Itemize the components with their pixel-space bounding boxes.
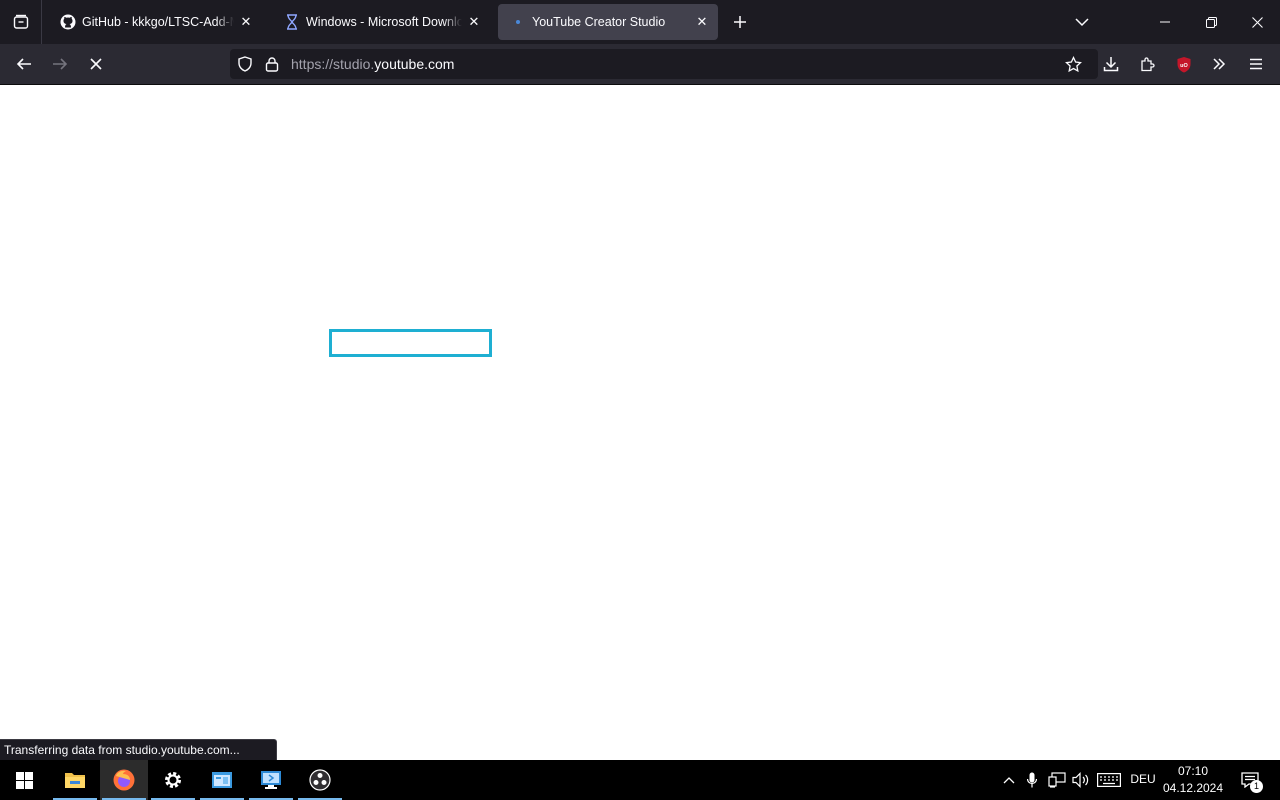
keyboard-icon bbox=[1097, 773, 1121, 787]
minimize-icon bbox=[1160, 21, 1170, 23]
list-all-tabs-button[interactable] bbox=[1059, 0, 1105, 44]
taskbar-control-panel[interactable] bbox=[198, 760, 246, 800]
plus-icon bbox=[734, 16, 746, 28]
tab-title: GitHub - kkkgo/LTSC-Add-MicrosoftStore bbox=[82, 15, 234, 29]
hamburger-menu-icon bbox=[1250, 58, 1262, 70]
tab-microsoft-download[interactable]: Windows - Microsoft Download ✕ bbox=[272, 4, 490, 40]
chevron-up-icon bbox=[1003, 777, 1015, 784]
volume-tray[interactable] bbox=[1070, 760, 1092, 800]
firefox-icon bbox=[113, 769, 135, 791]
ublock-origin-icon: uO bbox=[1177, 56, 1191, 72]
file-explorer-icon bbox=[65, 773, 85, 788]
forward-button[interactable] bbox=[44, 48, 76, 80]
bookmark-star-icon[interactable] bbox=[1064, 55, 1082, 73]
stop-loading-button[interactable] bbox=[80, 48, 112, 80]
back-button[interactable] bbox=[8, 48, 40, 80]
restore-button[interactable] bbox=[1188, 0, 1234, 44]
loading-dot-icon bbox=[510, 14, 526, 30]
firefox-view-button[interactable] bbox=[0, 0, 42, 44]
navigation-toolbar: https://studio.youtube.com uO bbox=[0, 44, 1280, 85]
taskbar-file-explorer[interactable] bbox=[51, 760, 99, 800]
start-button[interactable] bbox=[0, 760, 48, 800]
url-text[interactable]: https://studio.youtube.com bbox=[291, 56, 454, 72]
restore-icon bbox=[1205, 16, 1217, 28]
loading-progress-box bbox=[329, 329, 492, 357]
arrow-right-icon bbox=[53, 58, 68, 70]
ublock-origin-button[interactable]: uO bbox=[1168, 48, 1200, 80]
svg-text:uO: uO bbox=[1180, 63, 1188, 69]
clock-date: 04.12.2024 bbox=[1162, 781, 1224, 795]
obs-icon bbox=[309, 769, 331, 791]
microphone-icon bbox=[1027, 772, 1037, 788]
puzzle-icon bbox=[1141, 57, 1155, 72]
tab-github[interactable]: GitHub - kkkgo/LTSC-Add-MicrosoftStore ✕ bbox=[48, 4, 262, 40]
hourglass-icon bbox=[284, 14, 300, 30]
stop-icon bbox=[90, 58, 102, 70]
url-domain: youtube.com bbox=[374, 56, 455, 72]
show-hidden-icons-button[interactable] bbox=[998, 760, 1020, 800]
start-icon bbox=[15, 771, 33, 789]
speaker-icon bbox=[1072, 772, 1089, 788]
windows-taskbar: DEU 07:10 04.12.2024 bbox=[0, 760, 1280, 800]
close-window-button[interactable] bbox=[1234, 0, 1280, 44]
new-tab-button[interactable] bbox=[726, 8, 754, 36]
touch-keyboard-tray[interactable] bbox=[1094, 760, 1124, 800]
url-bar[interactable]: https://studio.youtube.com bbox=[230, 49, 1098, 79]
remote-desktop-icon bbox=[261, 771, 281, 789]
app-menu-button[interactable] bbox=[1240, 48, 1272, 80]
clock-time: 07:10 bbox=[1177, 764, 1209, 778]
control-panel-icon bbox=[212, 772, 232, 788]
microphone-tray[interactable] bbox=[1022, 760, 1042, 800]
input-language-indicator[interactable]: DEU bbox=[1128, 772, 1158, 786]
close-tab-icon[interactable]: ✕ bbox=[238, 14, 254, 30]
taskbar-remote-desktop[interactable] bbox=[247, 760, 295, 800]
taskbar-obs[interactable] bbox=[296, 760, 344, 800]
arrow-left-icon bbox=[16, 58, 31, 70]
settings-icon bbox=[165, 772, 181, 788]
tab-title: YouTube Creator Studio bbox=[532, 15, 666, 29]
tab-strip: GitHub - kkkgo/LTSC-Add-MicrosoftStore ✕… bbox=[0, 0, 1280, 44]
chevron-down-icon bbox=[1075, 18, 1089, 27]
tab-youtube-studio[interactable]: YouTube Creator Studio ✕ bbox=[498, 4, 718, 40]
close-tab-icon[interactable]: ✕ bbox=[694, 14, 710, 30]
clock[interactable]: 07:10 04.12.2024 bbox=[1160, 763, 1226, 797]
taskbar-settings[interactable] bbox=[149, 760, 197, 800]
action-center-button[interactable] bbox=[1232, 760, 1268, 800]
firefox-view-icon bbox=[13, 14, 28, 29]
extensions-button[interactable] bbox=[1132, 48, 1164, 80]
tab-title: Windows - Microsoft Download bbox=[306, 15, 462, 29]
page-content: Transferring data from studio.youtube.co… bbox=[0, 85, 1280, 760]
status-panel: Transferring data from studio.youtube.co… bbox=[0, 739, 277, 760]
download-icon bbox=[1103, 57, 1119, 72]
github-icon bbox=[60, 14, 76, 30]
downloads-button[interactable] bbox=[1095, 48, 1127, 80]
taskbar-firefox[interactable] bbox=[100, 760, 148, 800]
minimize-button[interactable] bbox=[1142, 0, 1188, 44]
url-prefix: https://studio. bbox=[291, 56, 375, 72]
close-tab-icon[interactable]: ✕ bbox=[466, 14, 482, 30]
network-icon bbox=[1048, 772, 1066, 788]
close-icon bbox=[1251, 16, 1263, 28]
double-chevron-right-icon bbox=[1213, 58, 1226, 70]
network-tray[interactable] bbox=[1045, 760, 1069, 800]
notification-count-badge: 1 bbox=[1250, 780, 1263, 793]
lock-icon[interactable] bbox=[263, 55, 281, 73]
more-tools-button[interactable] bbox=[1203, 48, 1235, 80]
tracking-protection-shield-icon[interactable] bbox=[236, 55, 254, 73]
